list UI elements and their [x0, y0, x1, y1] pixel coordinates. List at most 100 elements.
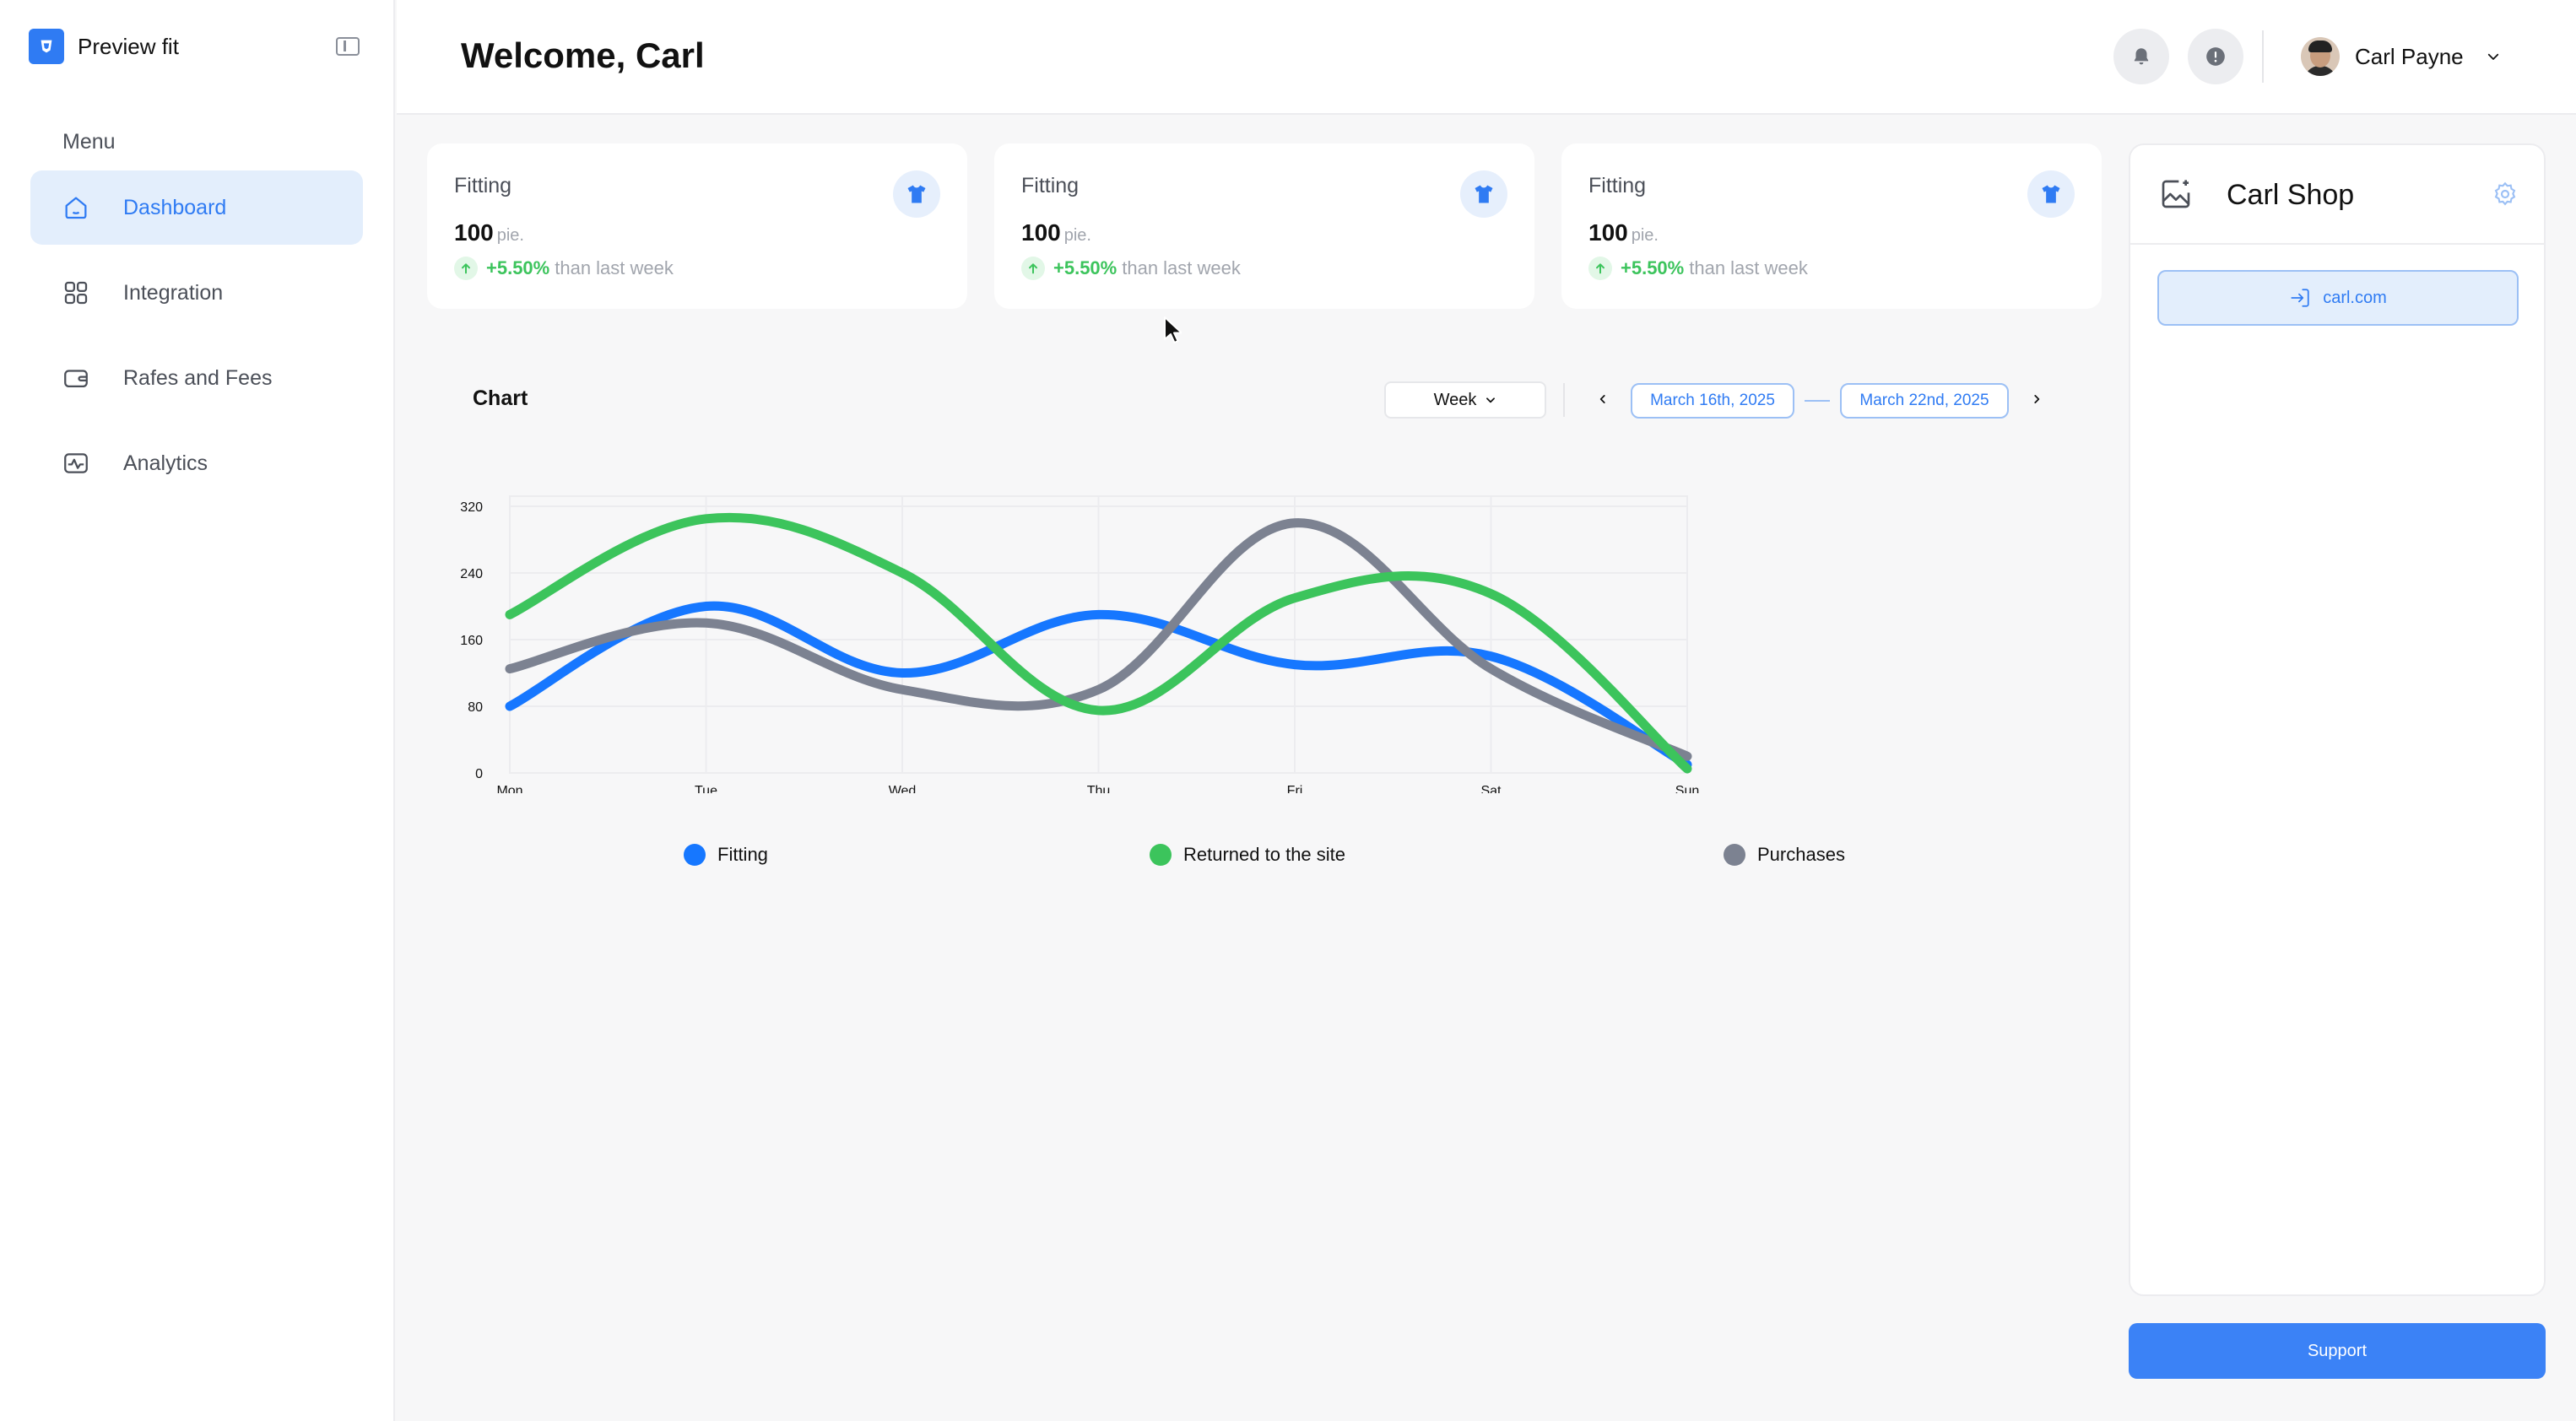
- user-name: Carl Payne: [2355, 43, 2464, 69]
- stat-card: Fitting 100 pie. +5.50% than last week: [994, 143, 1534, 309]
- stat-value: 100 pie.: [1588, 219, 1659, 246]
- stat-change: +5.50%: [1621, 257, 1685, 278]
- shop-name: Carl Shop: [2227, 179, 2355, 211]
- arrow-up-icon: [454, 257, 478, 280]
- sidebar-item-dashboard[interactable]: Dashboard: [30, 170, 363, 245]
- alert-icon[interactable]: [2188, 29, 2243, 84]
- grid-icon: [61, 278, 91, 308]
- shop-link-label: carl.com: [2323, 288, 2387, 307]
- date-from-button[interactable]: March 16th, 2025: [1631, 383, 1794, 419]
- y-tick-label: 0: [475, 767, 483, 781]
- stat-title: Fitting: [1021, 174, 1080, 197]
- date-to-button[interactable]: March 22nd, 2025: [1840, 383, 2009, 419]
- sidebar-item-label: Rafes and Fees: [123, 365, 273, 390]
- legend-item-fitting: Fitting: [684, 844, 768, 866]
- shirt-icon: [2027, 170, 2075, 218]
- stat-comparison: than last week: [555, 257, 674, 278]
- line-chart: 0 80 160 240 320 Mon Tue Wed Thu Fri Sat Sun: [460, 495, 1699, 793]
- stat-number: 100: [1588, 219, 1628, 246]
- y-tick-label: 80: [468, 700, 483, 715]
- login-icon: [2291, 289, 2309, 307]
- sidebar-item-analytics[interactable]: Analytics: [30, 426, 363, 500]
- stat-unit: pie.: [1631, 226, 1659, 245]
- pulse-icon: [61, 448, 91, 478]
- stat-change: +5.50%: [486, 257, 550, 278]
- gear-icon[interactable]: [2492, 181, 2519, 208]
- y-tick-label: 320: [460, 500, 483, 515]
- stat-trend: +5.50% than last week: [454, 257, 674, 280]
- legend-label: Fitting: [717, 844, 768, 865]
- legend-label: Returned to the site: [1183, 844, 1346, 865]
- y-tick-label: 240: [460, 567, 483, 581]
- x-tick-label: Sat: [1480, 784, 1502, 793]
- bell-icon[interactable]: [2113, 29, 2169, 84]
- stat-unit: pie.: [496, 226, 524, 245]
- menu-caption: Menu: [62, 130, 116, 154]
- stat-card: Fitting 100 pie. +5.50% than last week: [427, 143, 967, 309]
- stat-title: Fitting: [1588, 174, 1647, 197]
- support-button[interactable]: Support: [2129, 1323, 2546, 1379]
- period-select-value: Week: [1433, 390, 1477, 409]
- legend-swatch: [1150, 844, 1172, 866]
- avatar: [2301, 37, 2340, 76]
- shop-panel: Carl Shop carl.com: [2129, 143, 2546, 1296]
- wallet-icon: [61, 363, 91, 393]
- page-title: Welcome, Carl: [461, 35, 705, 75]
- sidebar-toggle-icon[interactable]: [336, 37, 360, 56]
- stat-change: +5.50%: [1053, 257, 1118, 278]
- x-tick-label: Tue: [695, 784, 717, 793]
- x-tick-label: Fri: [1287, 784, 1303, 793]
- next-period-button[interactable]: [2024, 386, 2049, 412]
- shirt-icon: [893, 170, 940, 218]
- stat-card: Fitting 100 pie. +5.50% than last week: [1561, 143, 2102, 309]
- x-tick-label: Sun: [1675, 784, 1699, 793]
- stat-title: Fitting: [454, 174, 512, 197]
- chevron-right-icon: [2034, 395, 2040, 403]
- y-tick-label: 160: [460, 634, 483, 648]
- chevron-down-icon: [1486, 397, 1496, 403]
- x-tick-label: Mon: [496, 784, 522, 793]
- shop-header: Carl Shop: [2130, 145, 2544, 245]
- header-divider: [2262, 30, 2264, 83]
- period-select[interactable]: Week: [1384, 381, 1546, 419]
- brand[interactable]: Preview fit: [29, 29, 179, 64]
- chart-title: Chart: [473, 386, 528, 410]
- chevron-left-icon: [1599, 395, 1605, 403]
- top-header: Welcome, Carl Carl Payne: [397, 0, 2576, 115]
- legend-label: Purchases: [1757, 844, 1845, 865]
- image-icon: [2162, 180, 2190, 208]
- shop-link-button[interactable]: carl.com: [2157, 270, 2519, 326]
- mouse-cursor-icon: [1164, 316, 1182, 343]
- stat-value: 100 pie.: [1021, 219, 1091, 246]
- x-tick-label: Thu: [1087, 784, 1111, 793]
- brand-name: Preview fit: [78, 33, 179, 59]
- stat-number: 100: [1021, 219, 1061, 246]
- sidebar: Preview fit Menu Dashboard Integration R…: [0, 0, 395, 1421]
- arrow-up-icon: [1021, 257, 1045, 280]
- sidebar-nav: Dashboard Integration Rafes and Fees Ana…: [30, 170, 363, 511]
- prev-period-button[interactable]: [1590, 386, 1615, 412]
- stat-number: 100: [454, 219, 494, 246]
- legend-item-purchases: Purchases: [1724, 844, 1845, 866]
- controls-divider: [1563, 383, 1565, 417]
- stat-comparison: than last week: [1122, 257, 1241, 278]
- stat-value: 100 pie.: [454, 219, 524, 246]
- chevron-down-icon: [2487, 53, 2498, 60]
- sidebar-item-label: Analytics: [123, 451, 208, 475]
- user-menu[interactable]: Carl Payne: [2301, 37, 2501, 76]
- arrow-up-icon: [1588, 257, 1612, 280]
- sidebar-item-label: Integration: [123, 280, 224, 305]
- stat-trend: +5.50% than last week: [1588, 257, 1808, 280]
- legend-swatch: [684, 844, 706, 866]
- stat-unit: pie.: [1063, 226, 1091, 245]
- sidebar-item-integration[interactable]: Integration: [30, 256, 363, 330]
- legend-item-returned: Returned to the site: [1150, 844, 1345, 866]
- sidebar-item-rafes-and-fees[interactable]: Rafes and Fees: [30, 341, 363, 415]
- date-range-separator: [1805, 400, 1830, 402]
- home-icon: [61, 192, 91, 223]
- stat-comparison: than last week: [1689, 257, 1808, 278]
- x-tick-label: Wed: [889, 784, 917, 793]
- legend-swatch: [1724, 844, 1745, 866]
- stat-trend: +5.50% than last week: [1021, 257, 1241, 280]
- shirt-icon: [1460, 170, 1507, 218]
